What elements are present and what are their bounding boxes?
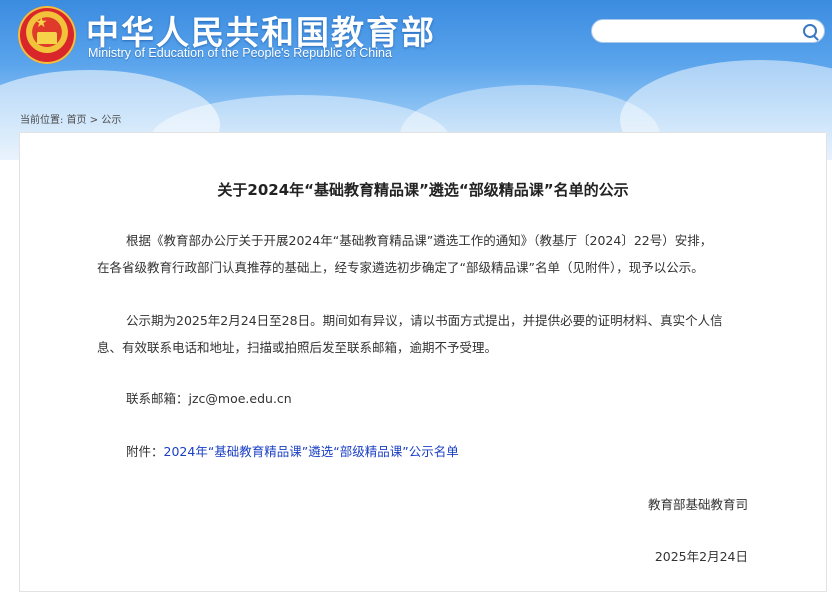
contact-email: jzc@moe.edu.cn	[188, 391, 292, 406]
breadcrumb-prefix: 当前位置:	[20, 115, 64, 126]
article-container: 关于2024年“基础教育精品课”遴选“部级精品课”名单的公示 根据《教育部办公厅…	[19, 132, 827, 592]
paragraph-line: 在各省级教育行政部门认真推荐的基础上，经专家遴选初步确定了“部级精品课”名单（见…	[97, 260, 704, 275]
paragraph-line: 公示期为2025年2月24日至28日。期间如有异议，请以书面方式提出，并提供必要…	[126, 313, 723, 328]
article-paragraph-1: 根据《教育部办公厅关于开展2024年“基础教育精品课”遴选工作的通知》（教基厅〔…	[97, 227, 757, 281]
search-icon[interactable]	[803, 24, 817, 38]
site-title-en[interactable]: Ministry of Education of the People's Re…	[88, 46, 392, 60]
attachment-link[interactable]: 2024年“基础教育精品课”遴选“部级精品课”公示名单	[164, 444, 459, 459]
paragraph-line: 根据《教育部办公厅关于开展2024年“基础教育精品课”遴选工作的通知》（教基厅〔…	[126, 233, 713, 248]
breadcrumb-separator: >	[89, 115, 99, 126]
breadcrumb-home-link[interactable]: 首页	[67, 115, 87, 126]
attachment-row: 附件：2024年“基础教育精品课”遴选“部级精品课”公示名单	[126, 441, 459, 460]
search-input[interactable]	[591, 19, 825, 43]
publish-date: 2025年2月24日	[654, 549, 748, 564]
national-emblem-icon[interactable]: ★	[18, 6, 76, 64]
breadcrumb-current-link[interactable]: 公示	[101, 115, 121, 126]
breadcrumb: 当前位置: 首页 > 公示	[20, 111, 121, 126]
contact-label: 联系邮箱：	[126, 391, 189, 406]
signature: 教育部基础教育司	[647, 497, 748, 512]
contact-email-row: 联系邮箱：jzc@moe.edu.cn	[126, 388, 292, 407]
article-title: 关于2024年“基础教育精品课”遴选“部级精品课”名单的公示	[217, 181, 629, 199]
article-paragraph-2: 公示期为2025年2月24日至28日。期间如有异议，请以书面方式提出，并提供必要…	[97, 307, 757, 361]
paragraph-line: 息、有效联系电话和地址，扫描或拍照后发至联系邮箱，逾期不予受理。	[97, 340, 498, 355]
attachment-label: 附件：	[126, 444, 164, 459]
